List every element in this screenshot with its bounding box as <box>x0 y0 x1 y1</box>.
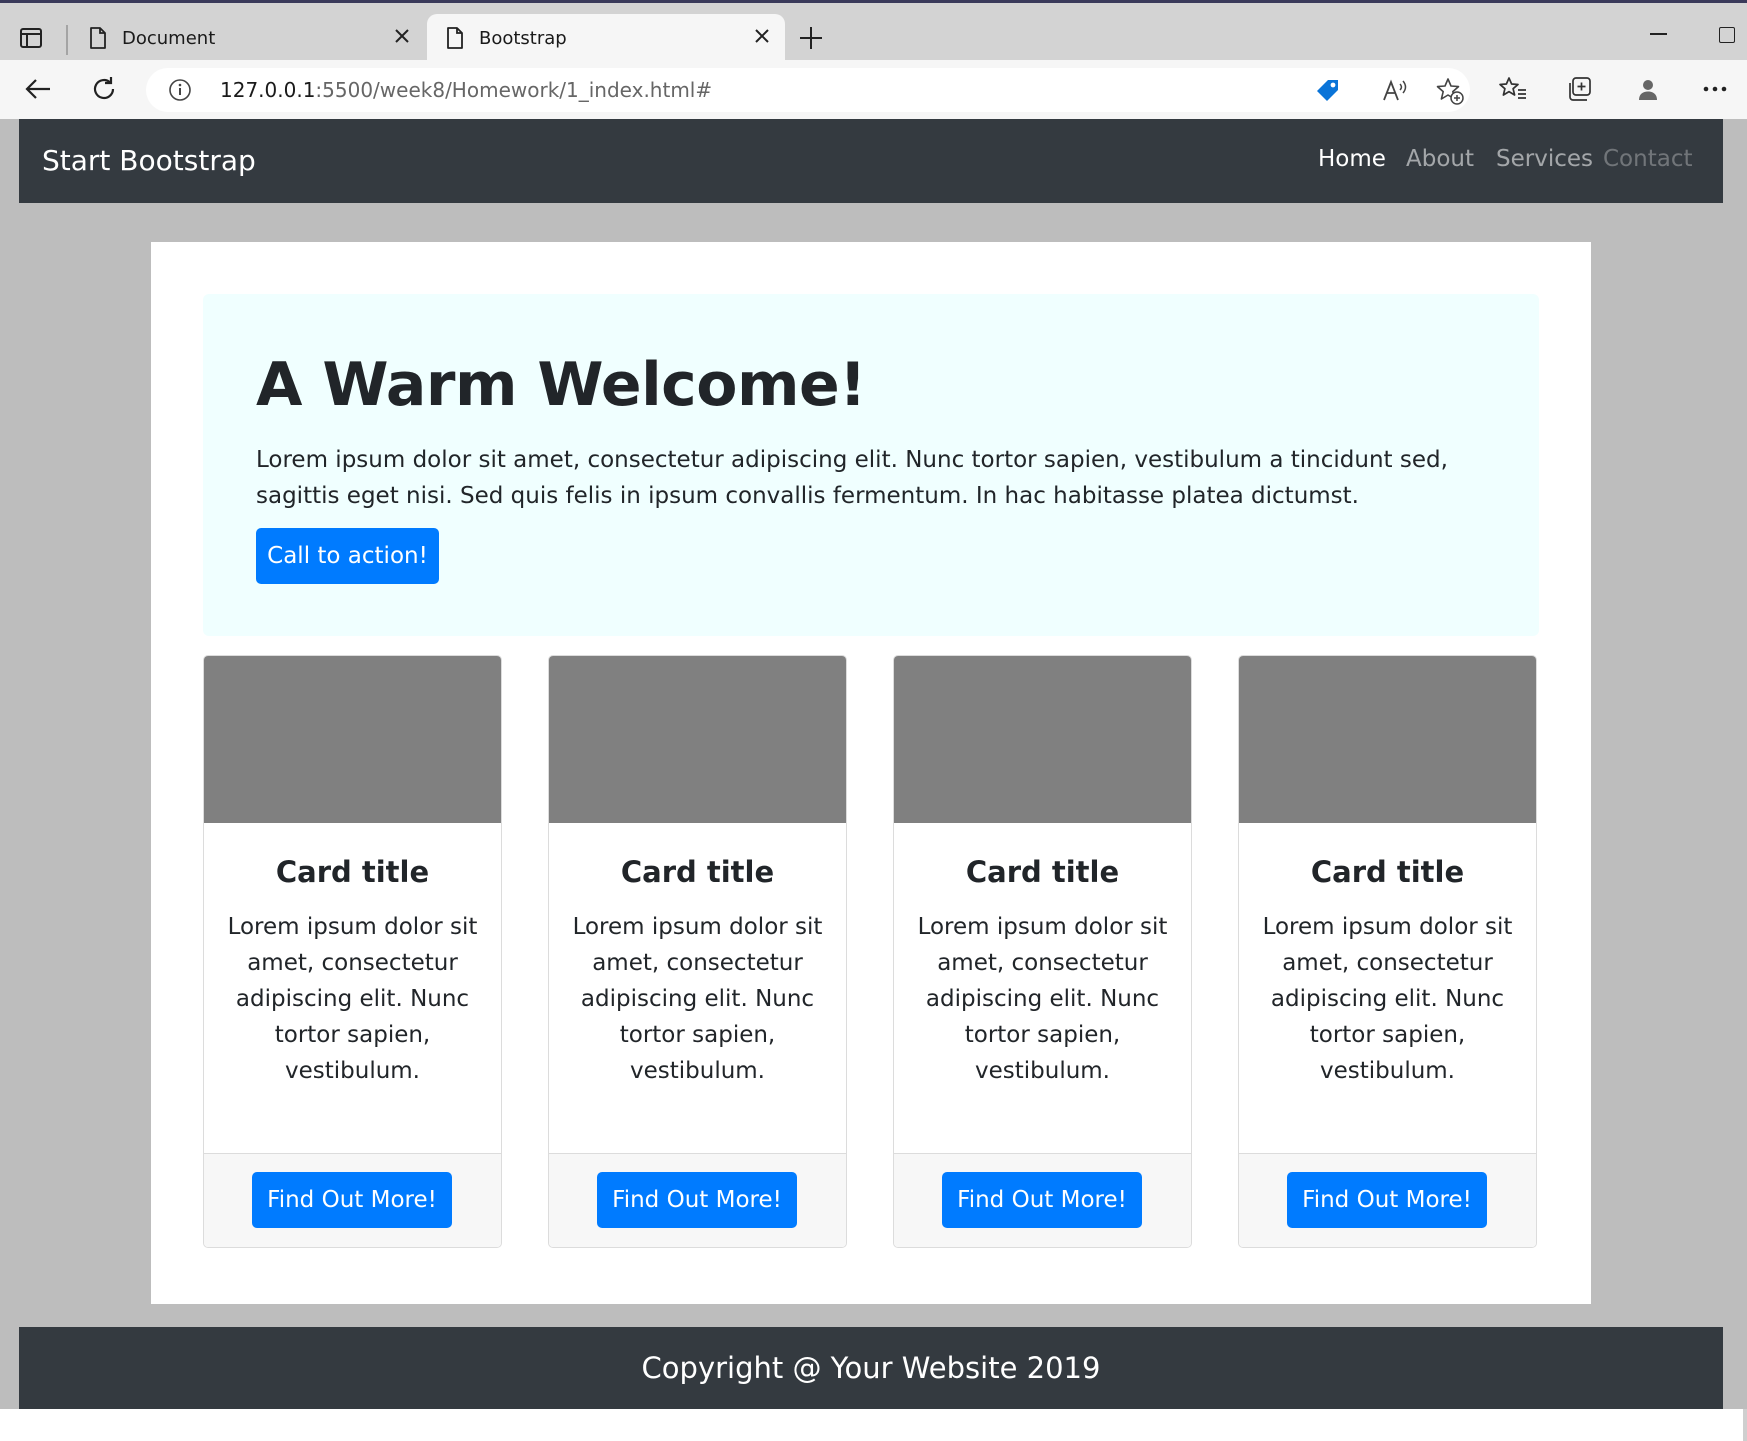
jumbotron-text: Lorem ipsum dolor sit amet, consectetur … <box>256 447 1448 509</box>
scrollbar[interactable] <box>1743 1409 1747 1441</box>
card-title: Card title <box>275 855 430 889</box>
plus-icon[interactable] <box>798 25 824 55</box>
info-icon[interactable] <box>168 78 192 106</box>
card-text: Lorem ipsum dolor sit amet, consectetur … <box>572 914 823 1084</box>
url-path: :5500/week8/Homework/1_index.html# <box>315 78 713 102</box>
card-title: Card title <box>1310 855 1465 889</box>
nav-link-services[interactable]: Services <box>1496 146 1593 172</box>
document-icon <box>445 26 465 54</box>
card: Card title Lorem ipsum dolor sit amet, c… <box>893 655 1192 1248</box>
card-image <box>549 656 846 823</box>
card-title: Card title <box>965 855 1120 889</box>
card-footer: Find Out More! <box>204 1153 501 1247</box>
copyright-text: Copyright @ Your Website 2019 <box>641 1351 1101 1385</box>
url-text: 127.0.0.1:5500/week8/Homework/1_index.ht… <box>220 78 712 102</box>
tab-document[interactable]: Document <box>70 14 425 63</box>
nav-link-about[interactable]: About <box>1406 146 1474 172</box>
card-image <box>894 656 1191 823</box>
find-out-more-button[interactable]: Find Out More! <box>252 1172 452 1228</box>
price-tag-icon[interactable] <box>1313 76 1343 106</box>
close-icon[interactable] <box>393 27 411 49</box>
card-footer: Find Out More! <box>894 1153 1191 1247</box>
sidebar-toggle-icon[interactable] <box>14 21 48 55</box>
find-out-more-button[interactable]: Find Out More! <box>1287 1172 1487 1228</box>
address-bar[interactable]: 127.0.0.1:5500/week8/Homework/1_index.ht… <box>146 68 1470 112</box>
tab-bootstrap[interactable]: Bootstrap <box>427 14 785 63</box>
minimize-icon[interactable] <box>1650 33 1667 35</box>
find-out-more-button[interactable]: Find Out More! <box>942 1172 1142 1228</box>
add-favorite-icon[interactable] <box>1435 76 1465 106</box>
read-aloud-icon[interactable] <box>1380 76 1410 106</box>
url-host: 127.0.0.1 <box>220 78 316 102</box>
page-viewport: Start Bootstrap Home About Services Cont… <box>0 119 1747 1409</box>
close-icon[interactable] <box>753 27 771 49</box>
collections-icon[interactable] <box>1563 73 1595 105</box>
jumbotron: A Warm Welcome! Lorem ipsum dolor sit am… <box>203 294 1539 636</box>
card-title: Card title <box>620 855 775 889</box>
card-image <box>204 656 501 823</box>
card-image <box>1239 656 1536 823</box>
card-text: Lorem ipsum dolor sit amet, consectetur … <box>917 914 1168 1084</box>
browser-toolbar: 127.0.0.1:5500/week8/Homework/1_index.ht… <box>0 60 1747 119</box>
nav-link-home[interactable]: Home <box>1318 146 1386 172</box>
card: Card title Lorem ipsum dolor sit amet, c… <box>203 655 502 1248</box>
card: Card title Lorem ipsum dolor sit amet, c… <box>1238 655 1537 1248</box>
call-to-action-button[interactable]: Call to action! <box>256 528 439 584</box>
card-footer: Find Out More! <box>549 1153 846 1247</box>
refresh-icon[interactable] <box>88 73 120 105</box>
back-icon[interactable] <box>22 73 54 105</box>
navbar: Start Bootstrap Home About Services Cont… <box>19 119 1723 203</box>
card-text: Lorem ipsum dolor sit amet, consectetur … <box>1262 914 1513 1084</box>
card-footer: Find Out More! <box>1239 1153 1536 1247</box>
favorites-icon[interactable] <box>1497 73 1529 105</box>
page-footer: Copyright @ Your Website 2019 <box>19 1327 1723 1409</box>
card-text: Lorem ipsum dolor sit amet, consectetur … <box>227 914 478 1084</box>
nav-link-contact[interactable]: Contact <box>1603 146 1692 172</box>
card: Card title Lorem ipsum dolor sit amet, c… <box>548 655 847 1248</box>
tab-title: Bootstrap <box>479 28 567 49</box>
tab-divider <box>66 25 68 55</box>
jumbotron-heading: A Warm Welcome! <box>256 350 867 420</box>
tab-title: Document <box>122 28 216 49</box>
profile-icon[interactable] <box>1632 73 1664 105</box>
document-icon <box>88 26 108 54</box>
maximize-icon[interactable] <box>1719 27 1735 43</box>
navbar-brand[interactable]: Start Bootstrap <box>42 144 256 177</box>
tab-bar: Document Bootstrap <box>0 3 1747 63</box>
find-out-more-button[interactable]: Find Out More! <box>597 1172 797 1228</box>
more-icon[interactable] <box>1699 73 1731 105</box>
